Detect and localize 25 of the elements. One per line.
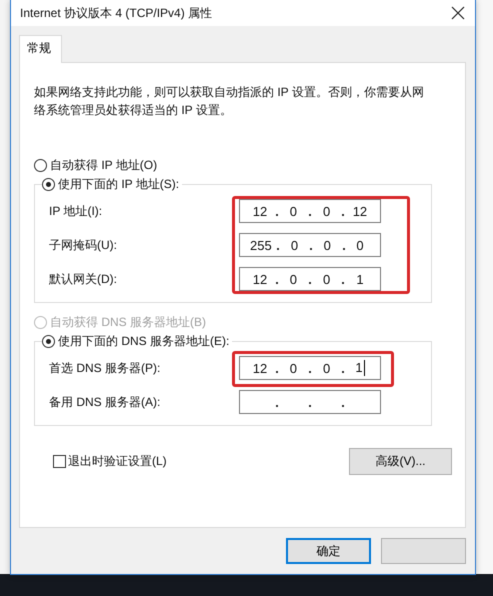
checkbox[interactable]	[53, 455, 66, 468]
radio-button[interactable]	[42, 178, 55, 190]
field-label: IP 地址(I):	[49, 202, 102, 220]
input-field[interactable]	[239, 390, 381, 414]
field-label: 首选 DNS 服务器(P):	[49, 360, 160, 376]
tab[interactable]: 常规	[19, 35, 62, 63]
advanced-button[interactable]: 高级(V)...	[349, 448, 452, 475]
description-text: 如果网络支持此功能，则可以获取自动指派的 IP 设置。否则，你需要从网络系统管理员处获得适当的 IP 设置。	[34, 84, 425, 119]
field-label: 默认网关(D):	[49, 270, 117, 288]
radio-button[interactable]	[34, 158, 47, 172]
radio-label: 使用下面的 IP 地址(S):	[58, 176, 180, 192]
input-field[interactable]: 255 0 0 0	[239, 233, 381, 257]
ok-button[interactable]: 确定	[286, 538, 371, 564]
input-field[interactable]: 12 0 0 12	[239, 199, 381, 223]
radio-button[interactable]	[42, 334, 55, 348]
field-label: 子网掩码(U):	[49, 236, 117, 254]
radio-label: 使用下面的 DNS 服务器地址(E):	[58, 332, 230, 350]
close-icon[interactable]	[451, 6, 465, 20]
window-title: Internet 协议版本 4 (TCP/IPv4) 属性	[20, 4, 212, 22]
input-field[interactable]: 12 0 0 1	[239, 267, 381, 291]
radio-label: 自动获得 IP 地址(O)	[50, 156, 158, 174]
checkbox-label: 退出时验证设置(L)	[68, 453, 167, 470]
input-field[interactable]: 12 0 0 1	[239, 356, 381, 380]
radio-label: 自动获得 DNS 服务器地址(B)	[50, 314, 206, 330]
field-label: 备用 DNS 服务器(A):	[49, 394, 160, 410]
